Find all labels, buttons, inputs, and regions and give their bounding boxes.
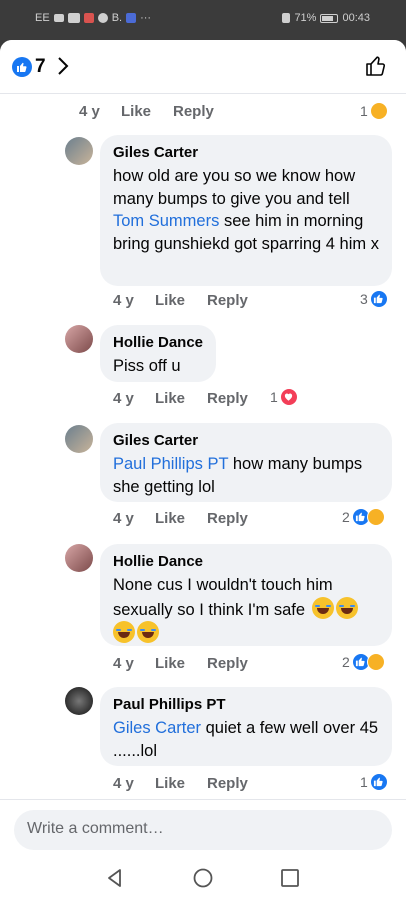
like-outline-icon[interactable] [364, 54, 388, 78]
comment-reactions[interactable]: 2 [342, 653, 385, 671]
home-icon[interactable] [193, 868, 213, 888]
vibrate-icon [282, 13, 291, 23]
comment-author[interactable]: Hollie Dance [113, 334, 204, 352]
comment-author[interactable]: Giles Carter [113, 144, 380, 162]
mention-link[interactable]: Tom Summers [113, 212, 219, 230]
reply-button[interactable]: Reply [207, 775, 248, 792]
reply-button[interactable]: Reply [207, 655, 248, 672]
reply-button[interactable]: Reply [207, 292, 248, 309]
comment-bubble: Hollie Dance Piss off u [100, 325, 216, 382]
haha-reaction-icon [369, 102, 388, 120]
app-notification-icon [83, 13, 94, 23]
comment-reactions[interactable]: 3 [360, 290, 388, 308]
reaction-count: 3 [360, 291, 368, 307]
reaction-count: 2 [342, 654, 350, 670]
comment-text: how old are you so we know how many bump… [113, 165, 380, 255]
comment-age: 4 y [113, 510, 134, 527]
comment-reactions[interactable]: 1 [270, 388, 298, 406]
like-comment-button[interactable]: Like [121, 103, 151, 120]
comment-text-part: how old are you so we know how many bump… [113, 167, 356, 208]
comment-author[interactable]: Paul Phillips PT [113, 696, 380, 714]
comment-text: Paul Phillips PT how many bumps she gett… [113, 453, 380, 498]
laughing-crying-emoji-icon [137, 621, 159, 643]
avatar[interactable] [65, 687, 93, 715]
reply-button[interactable]: Reply [207, 510, 248, 527]
love-reaction-icon [279, 388, 298, 406]
laughing-crying-emoji-icon [311, 596, 334, 619]
reaction-count: 1 [270, 389, 278, 405]
recents-icon[interactable] [280, 868, 300, 888]
like-comment-button[interactable]: Like [155, 655, 185, 672]
reply-button[interactable]: Reply [207, 390, 248, 407]
comment-bubble: Paul Phillips PT Giles Carter quiet a fe… [100, 687, 392, 766]
prev-comment-meta: 4 y Like Reply [0, 103, 406, 123]
status-right: 71% 00:43 [282, 12, 370, 24]
like-reaction-icon[interactable] [12, 57, 32, 77]
mention-link[interactable]: Paul Phillips PT [113, 455, 228, 473]
battery-icon [320, 13, 339, 23]
comment-text: Piss off u [113, 357, 181, 375]
android-nav-bar [0, 857, 406, 900]
comment-author[interactable]: Hollie Dance [113, 553, 380, 571]
like-comment-button[interactable]: Like [155, 510, 185, 527]
messenger-icon [97, 13, 108, 23]
comment-age: 4 y [113, 655, 134, 672]
haha-reaction-icon [366, 653, 385, 671]
more-notifications-icon: ··· [140, 12, 152, 24]
clock: 00:43 [342, 12, 370, 24]
carrier-label: EE [35, 12, 50, 24]
chevron-right-icon[interactable] [56, 56, 70, 76]
comment-text-part: None cus I wouldn't touch him sexually s… [113, 576, 333, 619]
comment-age: 4 y [113, 292, 134, 309]
avatar[interactable] [65, 425, 93, 453]
like-comment-button[interactable]: Like [155, 775, 185, 792]
b-notification-label: B. [111, 12, 123, 24]
avatar[interactable] [65, 137, 93, 165]
laughing-crying-emoji-icon [113, 621, 135, 643]
back-icon[interactable] [105, 868, 125, 888]
comment-reactions[interactable]: 1 [360, 773, 388, 791]
comment-bubble: Giles Carter how old are you so we know … [100, 135, 392, 286]
comment-bubble: Giles Carter Paul Phillips PT how many b… [100, 423, 392, 502]
mail-icon [67, 13, 80, 23]
comment-meta: 4 y Like Reply [0, 292, 406, 312]
comment-age: 4 y [79, 103, 100, 120]
haha-reaction-icon [366, 508, 385, 526]
comment-text: Giles Carter quiet a few well over 45 ..… [113, 717, 380, 762]
like-comment-button[interactable]: Like [155, 292, 185, 309]
like-reaction-icon [369, 773, 388, 791]
laughing-crying-emoji-icon [335, 596, 358, 619]
reaction-count[interactable]: 7 [35, 56, 46, 78]
comments-sheet: 7 4 y Like Reply 1 Giles Carter how old … [0, 40, 406, 900]
prev-comment-reactions[interactable]: 1 [360, 102, 388, 120]
comment-bubble: Hollie Dance None cus I wouldn't touch h… [100, 544, 392, 646]
write-comment-input[interactable]: Write a comment… [14, 810, 392, 850]
comment-reactions[interactable]: 2 [342, 508, 385, 526]
reaction-count: 1 [360, 103, 368, 119]
comment-age: 4 y [113, 390, 134, 407]
comment-meta: 4 y Like Reply [0, 390, 406, 410]
status-bar: EE B. ··· 71% 00:43 [0, 0, 406, 40]
signal-icon [53, 14, 64, 22]
reply-button[interactable]: Reply [173, 103, 214, 120]
comment-meta: 4 y Like Reply [0, 775, 406, 795]
reaction-count: 2 [342, 509, 350, 525]
app-badge-icon [126, 13, 137, 23]
status-left: EE B. ··· [35, 12, 151, 24]
reactions-header: 7 [0, 40, 406, 94]
mention-link[interactable]: Giles Carter [113, 719, 201, 737]
avatar[interactable] [65, 325, 93, 353]
avatar[interactable] [65, 544, 93, 572]
like-reaction-icon [369, 290, 388, 308]
reaction-count: 1 [360, 774, 368, 790]
comment-age: 4 y [113, 775, 134, 792]
comment-text: None cus I wouldn't touch him sexually s… [113, 574, 380, 646]
comment-author[interactable]: Giles Carter [113, 432, 380, 450]
comment-composer-bar: Write a comment… [0, 799, 406, 857]
battery-percent: 71% [294, 12, 317, 24]
like-comment-button[interactable]: Like [155, 390, 185, 407]
